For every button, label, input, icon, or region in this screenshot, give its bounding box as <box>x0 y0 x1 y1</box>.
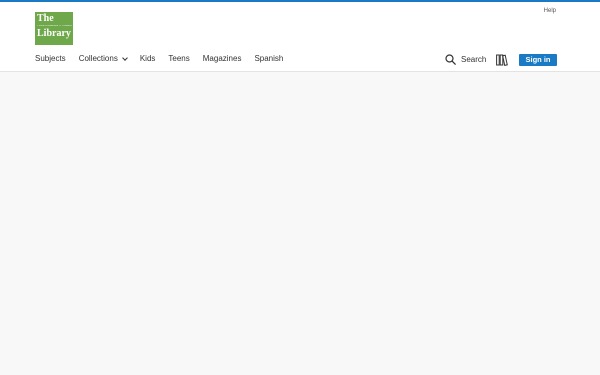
nav-item-label: Subjects <box>35 54 66 63</box>
books-shelf-icon[interactable] <box>496 54 508 66</box>
search-button[interactable]: Search <box>445 54 486 65</box>
logo-line2: Library <box>37 27 71 39</box>
chevron-down-icon <box>121 54 128 61</box>
search-label: Search <box>461 55 487 64</box>
nav-item-label: Kids <box>139 54 156 63</box>
nav-item-label: Spanish <box>254 54 284 63</box>
main-content-area <box>0 72 600 375</box>
nav-item-label: Teens <box>168 54 190 63</box>
search-icon <box>445 54 456 65</box>
main-nav: Subjects Collections Kids Teens Magazine… <box>35 54 283 63</box>
logo-line1: The <box>37 13 54 24</box>
nav-item-spanish[interactable]: Spanish <box>254 54 283 63</box>
nav-item-kids[interactable]: Kids <box>140 54 156 63</box>
help-link[interactable]: Help <box>544 8 556 14</box>
nav-item-teens[interactable]: Teens <box>168 54 189 63</box>
nav-item-subjects[interactable]: Subjects <box>35 54 66 63</box>
nav-item-collections[interactable]: Collections <box>78 54 128 63</box>
nav-item-magazines[interactable]: Magazines <box>203 54 242 63</box>
sign-in-button[interactable]: Sign in <box>519 54 557 66</box>
library-logo[interactable]: The YOUR COMMUNITY PUBLIC LIBRARY Librar… <box>35 12 73 45</box>
nav-item-label: Magazines <box>202 54 242 63</box>
nav-item-label: Collections <box>78 54 118 63</box>
